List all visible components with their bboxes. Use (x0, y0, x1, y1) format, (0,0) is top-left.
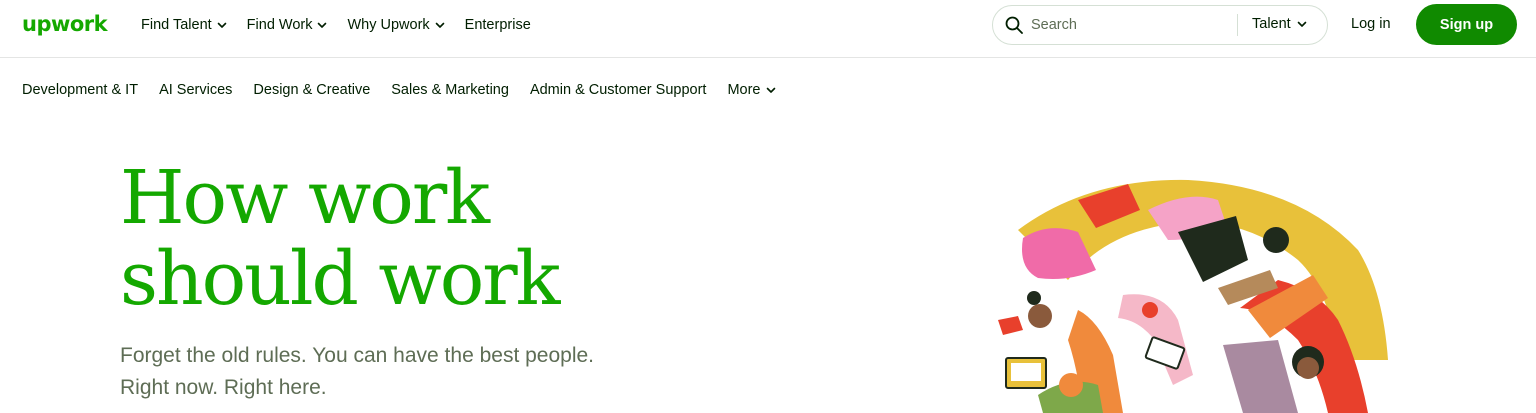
nav-find-work-label: Find Work (246, 17, 313, 33)
chevron-down-icon (317, 20, 327, 30)
chevron-down-icon (217, 20, 227, 30)
chevron-down-icon (766, 85, 776, 95)
red-accent-shape (1142, 302, 1158, 318)
category-more-label: More (727, 82, 761, 98)
search-divider (1237, 14, 1238, 36)
upwork-logo[interactable]: upwork (22, 12, 108, 36)
red-sleeve-shape (998, 316, 1023, 335)
hero-subtitle-line-1: Forget the old rules. You can have the b… (120, 344, 595, 367)
search-icon[interactable] (1004, 15, 1024, 35)
main-nav: Find Talent Find Work Why Upwork Enterpr… (141, 0, 531, 50)
hero-title-line-2: should work (120, 236, 561, 322)
nav-enterprise[interactable]: Enterprise (465, 17, 531, 33)
hero-illustration (998, 179, 1388, 413)
login-link[interactable]: Log in (1351, 16, 1391, 32)
chevron-down-icon (435, 20, 445, 30)
nav-find-work[interactable]: Find Work (247, 17, 328, 33)
search-scope-dropdown[interactable]: Talent (1252, 16, 1307, 32)
category-development-it[interactable]: Development & IT (22, 82, 138, 98)
nav-find-talent-label: Find Talent (141, 17, 212, 33)
top-navigation: upwork Find Talent Find Work Why Upwork … (0, 0, 1536, 58)
head-shape (1263, 227, 1289, 253)
search-scope-label: Talent (1252, 16, 1291, 32)
face-shape (1297, 357, 1319, 379)
hero-subtitle-line-2: Right now. Right here. (120, 376, 327, 399)
face-shape (1059, 373, 1083, 397)
category-nav: Development & IT AI Services Design & Cr… (22, 82, 776, 98)
nav-why-upwork-label: Why Upwork (347, 17, 430, 33)
nav-why-upwork[interactable]: Why Upwork (347, 17, 444, 33)
nav-enterprise-label: Enterprise (464, 17, 531, 33)
hero-title-line-1: How work (120, 155, 490, 241)
hair-bun-shape (1027, 291, 1041, 305)
search-bar: Talent (992, 5, 1328, 45)
hero-subtitle: Forget the old rules. You can have the b… (120, 340, 720, 404)
chevron-down-icon (1297, 19, 1307, 29)
signup-button[interactable]: Sign up (1416, 4, 1517, 45)
category-admin-support[interactable]: Admin & Customer Support (530, 82, 707, 98)
category-design-creative[interactable]: Design & Creative (253, 82, 370, 98)
mauve-shape (1223, 340, 1298, 413)
category-more-dropdown[interactable]: More (727, 82, 776, 98)
face-shape (1028, 304, 1052, 328)
nav-find-talent[interactable]: Find Talent (141, 17, 227, 33)
search-input[interactable] (1031, 15, 1221, 35)
hero-title: How work should work (120, 158, 680, 320)
category-ai-services[interactable]: AI Services (159, 82, 232, 98)
category-sales-marketing[interactable]: Sales & Marketing (391, 82, 509, 98)
laptop-screen-shape (1011, 363, 1041, 381)
